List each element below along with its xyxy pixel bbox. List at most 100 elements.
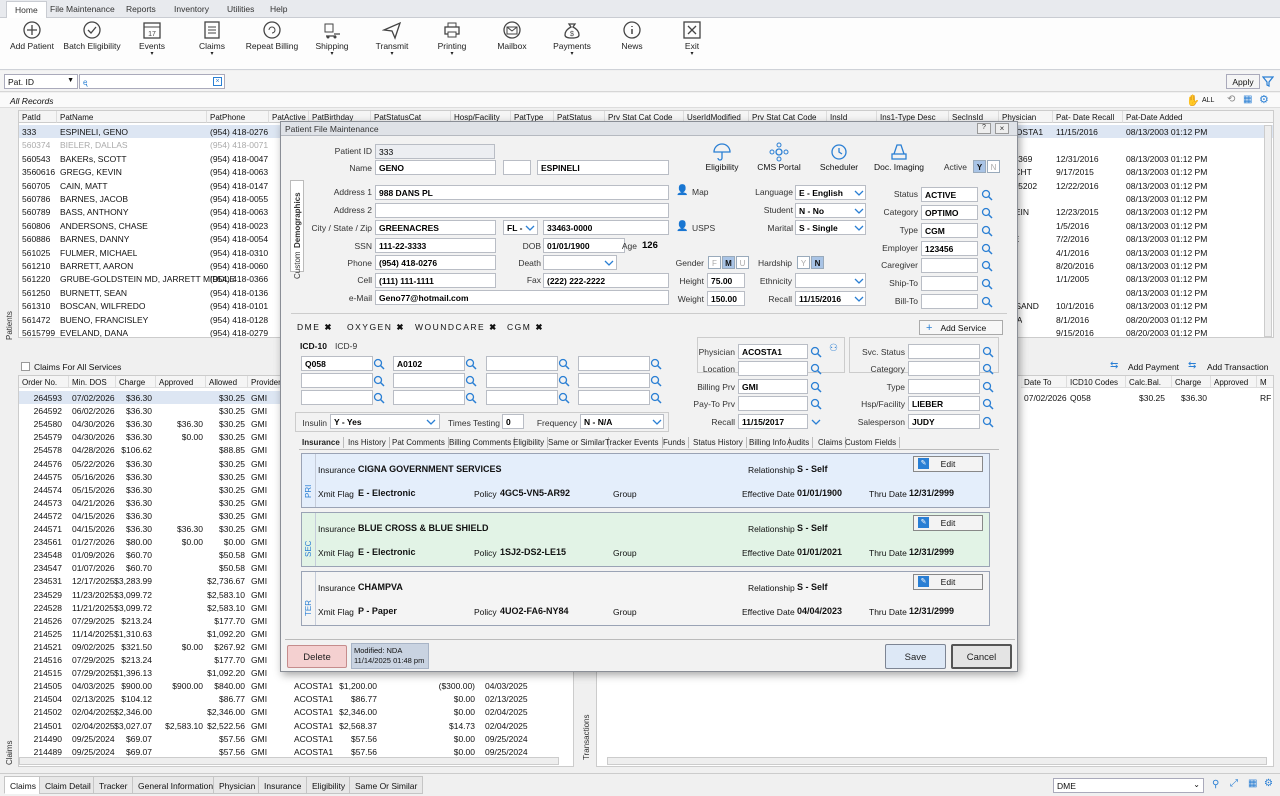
expand-icon[interactable]: ⤢ <box>1230 778 1238 789</box>
tab-same-or-similar[interactable]: Same Or Similar <box>349 776 424 794</box>
type-field[interactable]: CGM <box>921 223 978 238</box>
add-patient-button[interactable]: Add Patient <box>2 20 62 51</box>
menu-item-utilities[interactable]: Utilities <box>227 4 254 14</box>
address1-field[interactable]: 988 DANS PL <box>375 185 669 200</box>
sales-field[interactable]: JUDY <box>908 414 980 429</box>
caregiver-field[interactable] <box>921 258 978 273</box>
column-header[interactable]: M <box>1257 376 1273 388</box>
tab-tracker[interactable]: Tracker <box>93 776 134 794</box>
svc-status-field[interactable] <box>908 344 980 359</box>
table-row[interactable]: 214504 02/13/2025 $104.12 $86.77 GMI ACOSTA1 $… <box>19 692 573 705</box>
shipping-button[interactable]: Shipping ▾ <box>302 20 362 57</box>
recall-field[interactable]: 11/15/2017 <box>738 414 808 429</box>
middle-name-field[interactable] <box>503 160 531 175</box>
icd-code-field[interactable] <box>393 390 465 405</box>
news-button[interactable]: News <box>602 20 662 51</box>
edit-insurance-button[interactable]: ✎ Edit <box>913 456 983 472</box>
icd-code-field[interactable] <box>486 390 558 405</box>
refresh-icon[interactable]: ⟲ <box>1227 94 1235 105</box>
pay-to-field[interactable] <box>738 396 808 411</box>
chevron-down-icon[interactable] <box>524 222 536 234</box>
patients-vtab[interactable]: Patients <box>5 311 14 340</box>
chevron-down-icon[interactable] <box>603 257 615 269</box>
column-header[interactable]: Pat- Date Recall <box>1053 111 1123 123</box>
column-header[interactable]: Approved <box>1211 376 1257 388</box>
active-toggle-n[interactable]: N <box>987 160 1000 173</box>
active-toggle-y[interactable]: Y <box>973 160 986 173</box>
city-field[interactable]: GREENACRES <box>375 220 496 235</box>
address2-field[interactable] <box>375 203 669 218</box>
search-icon[interactable] <box>465 375 477 387</box>
column-header[interactable]: Date To <box>1021 376 1067 388</box>
funnel-icon[interactable] <box>1262 76 1274 87</box>
transactions-scrollbar[interactable] <box>607 757 1267 765</box>
claims-scrollbar[interactable] <box>19 757 559 765</box>
save-button[interactable]: Save <box>885 644 946 669</box>
tab-general-information[interactable]: General Information <box>132 776 220 794</box>
search-icon[interactable] <box>982 416 994 428</box>
icd-code-field[interactable] <box>301 373 373 388</box>
gender-toggle-f[interactable]: F <box>708 256 721 269</box>
table-row[interactable]: 214490 09/25/2024 $69.07 $57.56 GMI ACOSTA1 $5… <box>19 732 573 745</box>
tab-billing-comments[interactable]: Billing Comments <box>446 437 516 448</box>
service-tab-woundcare[interactable]: WOUNDCARE ✖ <box>415 322 496 333</box>
fax-field[interactable]: (222) 222-2222 <box>543 273 669 288</box>
edit-insurance-button[interactable]: ✎ Edit <box>913 515 983 531</box>
search-icon[interactable] <box>981 243 993 255</box>
chevron-down-icon[interactable] <box>425 416 437 428</box>
hsp-field[interactable]: LIEBER <box>908 396 980 411</box>
location-field[interactable] <box>738 361 808 376</box>
tab-eligibility[interactable]: Eligibility <box>306 776 352 794</box>
column-header[interactable]: Calc.Bal. <box>1126 376 1172 388</box>
apply-button[interactable]: Apply <box>1226 74 1260 89</box>
search-icon[interactable] <box>650 358 662 370</box>
ssn-field[interactable]: 111-22-3333 <box>375 238 496 253</box>
hand-icon[interactable]: ✋ <box>1186 94 1200 107</box>
search-icon[interactable] <box>810 398 822 410</box>
search-icon[interactable] <box>982 398 994 410</box>
cms-portal-button[interactable]: CMS Portal <box>751 142 807 172</box>
menu-item-reports[interactable]: Reports <box>126 4 156 14</box>
usps-icon[interactable]: 👤 <box>676 221 688 232</box>
search-icon[interactable] <box>558 358 570 370</box>
close-button[interactable]: × <box>995 123 1009 134</box>
add-service-button[interactable]: + Add Service <box>919 320 1003 335</box>
weight-field[interactable]: 150.00 <box>707 291 745 306</box>
search-icon[interactable] <box>981 296 993 308</box>
table-row[interactable]: 214502 02/04/2025 $2,346.00 $2,346.00 GMI ACO… <box>19 705 573 718</box>
category-field[interactable]: OPTIMO <box>921 205 978 220</box>
column-header[interactable]: Charge <box>116 376 156 388</box>
layout-icon[interactable]: ▦ <box>1248 778 1257 789</box>
table-row[interactable]: 214501 02/04/2025 $3,027.07 $2,583.10 $2,522… <box>19 719 573 732</box>
tab-insurance[interactable]: Insurance <box>299 437 344 448</box>
claims-vtab[interactable]: Claims <box>5 741 14 765</box>
menu-item-home[interactable]: Home <box>6 1 47 18</box>
patient-id-field[interactable]: 333 <box>375 144 495 159</box>
svc-category-field[interactable] <box>908 361 980 376</box>
status-field[interactable]: ACTIVE <box>921 187 978 202</box>
printing-button[interactable]: Printing ▾ <box>422 20 482 57</box>
tab-icd-9[interactable]: ICD-9 <box>335 341 357 351</box>
table-row[interactable]: 214505 04/03/2025 $900.00 $900.00 $840.00 GMI… <box>19 679 573 692</box>
claims-all-checkbox[interactable] <box>21 362 30 371</box>
layout-icon[interactable]: ▦ <box>1243 94 1252 105</box>
column-header[interactable]: Order No. <box>19 376 69 388</box>
column-header[interactable]: PatId <box>19 111 57 123</box>
search-icon[interactable] <box>810 381 822 393</box>
tab-audits[interactable]: Audits <box>784 437 814 448</box>
search-icon[interactable] <box>981 260 993 272</box>
search-icon[interactable] <box>810 346 822 358</box>
icd-code-field[interactable] <box>301 390 373 405</box>
column-header[interactable]: Charge <box>1172 376 1211 388</box>
icd-code-field[interactable]: A0102 <box>393 356 465 371</box>
search-icon[interactable] <box>558 375 570 387</box>
search-icon[interactable] <box>981 225 993 237</box>
icd-code-field[interactable] <box>578 356 650 371</box>
doc-imaging-button[interactable]: Doc. Imaging <box>871 142 927 172</box>
first-name-field[interactable]: GENO <box>375 160 496 175</box>
bill-to-field[interactable] <box>921 294 978 309</box>
search-icon[interactable] <box>982 381 994 393</box>
bottom-select[interactable]: DME ⌄ <box>1053 778 1204 793</box>
gear-icon[interactable]: ⚙ <box>1259 93 1269 106</box>
type-field[interactable] <box>908 379 980 394</box>
